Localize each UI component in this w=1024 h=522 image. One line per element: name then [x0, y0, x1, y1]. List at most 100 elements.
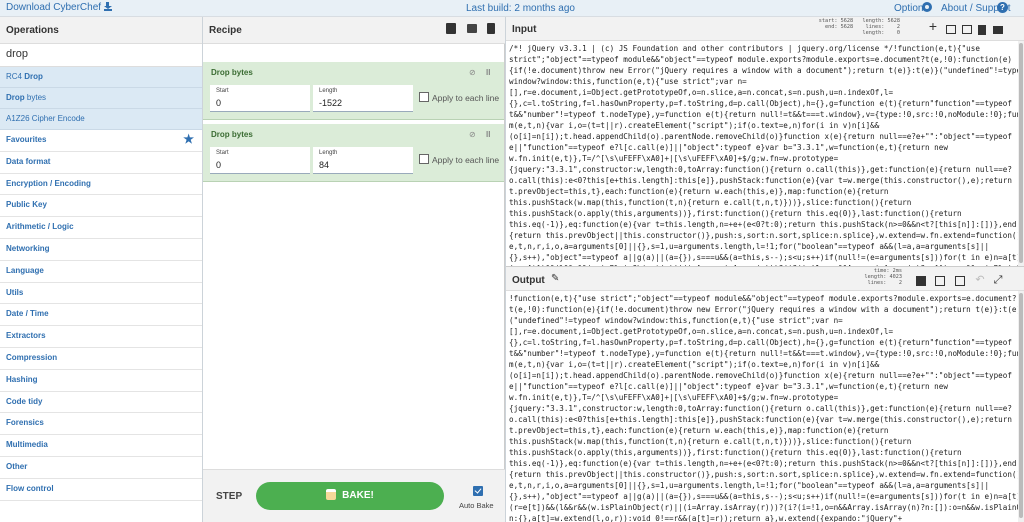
maximize-icon[interactable]: ⤢ [993, 275, 1003, 286]
input-stats: start: 5628 length: 5628 end: 5628 lines… [818, 18, 900, 36]
pause-icon[interactable]: II [486, 130, 490, 139]
folder-icon[interactable] [467, 24, 477, 33]
wand-icon[interactable]: ✎ [551, 273, 559, 284]
category-public-key[interactable]: Public Key [0, 195, 202, 218]
disable-icon[interactable]: ⊘ [469, 130, 476, 139]
search-result[interactable]: Drop bytes [0, 88, 202, 109]
category-multimedia[interactable]: Multimedia [0, 435, 202, 457]
category-label: Networking [6, 243, 50, 253]
output-textarea[interactable]: !function(e,t){"use strict";"object"==ty… [506, 291, 1018, 522]
code-line: {return this.prevObject||this.constructo… [509, 231, 1018, 240]
category-label: Encryption / Encoding [6, 178, 91, 188]
code-line: {},c=l.toString,f=l.hasOwnProperty,p=f.t… [509, 338, 1012, 347]
download-cyberchef-link[interactable]: Download CyberChef [6, 2, 113, 13]
trash-icon[interactable] [487, 23, 495, 34]
code-line: (o[i]=n[i]);t.head.appendChild(o).parent… [509, 132, 1012, 141]
code-line: m(e,t,n){var i,o=(t=t||r).createElement(… [509, 360, 880, 369]
gear-icon[interactable] [922, 2, 932, 12]
length-field[interactable]: Length -1522 [313, 85, 413, 112]
code-line: this.pushStack(o.apply(this,arguments))}… [509, 209, 962, 218]
code-line: {return this.prevObject||this.constructo… [509, 470, 1018, 479]
code-line: t&&"number"!=typeof t.nodeType},y=functi… [509, 110, 1018, 119]
code-line: strict";"object"==typeof module&&"object… [509, 55, 1012, 64]
apply-each-line-label: Apply to each line [432, 93, 500, 103]
input-scrollbar[interactable] [1018, 41, 1024, 266]
category-flow-control[interactable]: Flow control [0, 479, 202, 501]
disable-icon[interactable]: ⊘ [469, 68, 476, 77]
category-label: Utils [6, 287, 24, 297]
start-field[interactable]: Start 0 [210, 147, 310, 174]
code-line: {jquery:"3.3.1",constructor:w,length:0,t… [509, 165, 1012, 174]
length-field[interactable]: Length 84 [313, 147, 413, 174]
operations-search-input[interactable]: drop [0, 44, 202, 67]
category-networking[interactable]: Networking [0, 239, 202, 261]
input-textarea[interactable]: /*! jQuery v3.3.1 | (c) JS Foundation an… [506, 41, 1018, 266]
category-favourites[interactable]: Favourites ★ [0, 130, 202, 152]
pause-icon[interactable]: II [486, 68, 490, 77]
recipe-op-drop-bytes-2[interactable]: Drop bytes ⊘ II Start 0 Length 84 Apply … [203, 124, 504, 182]
category-forensics[interactable]: Forensics [0, 413, 202, 436]
category-label: Language [6, 265, 44, 275]
start-field[interactable]: Start 0 [210, 85, 310, 112]
category-label: Forensics [6, 418, 44, 428]
bake-button[interactable]: BAKE! [256, 482, 444, 510]
auto-bake-label: Auto Bake [459, 501, 494, 510]
code-line: !function(e,t){"use strict";"object"==ty… [509, 294, 1017, 303]
category-data-format[interactable]: Data format [0, 152, 202, 174]
output-stats: time: 2ms length: 4023 lines: 2 [864, 268, 902, 286]
code-line: {},c=l.toString,f=l.hasOwnProperty,p=f.t… [509, 99, 1012, 108]
star-icon: ★ [183, 132, 194, 146]
search-result[interactable]: A1Z26 Cipher Encode [0, 109, 202, 130]
code-line: ("undefined"!=typeof window?window:this,… [509, 316, 843, 325]
trash-icon[interactable] [978, 25, 986, 35]
layout-icon[interactable] [993, 26, 1003, 34]
category-compression[interactable]: Compression [0, 348, 202, 370]
length-label: Length [319, 150, 338, 156]
code-line: {},s++),"object"==typeof a||g(a)||(a={})… [509, 492, 1018, 501]
code-line: o.call(this):e<0?this[e+this.length]:thi… [509, 176, 1012, 185]
save-icon[interactable] [446, 23, 456, 34]
bake-label: BAKE! [342, 490, 374, 501]
recipe-op-drop-bytes-1[interactable]: Drop bytes ⊘ II Start 0 Length -1522 App… [203, 62, 504, 120]
undo-icon[interactable]: ↶ [975, 275, 985, 286]
output-scrollbar[interactable] [1018, 291, 1024, 522]
length-label: Length [319, 88, 338, 94]
apply-each-line-checkbox[interactable] [419, 154, 429, 164]
open-file-icon[interactable] [962, 25, 972, 34]
start-value: 0 [216, 98, 222, 108]
output-scroll-thumb[interactable] [1019, 293, 1023, 518]
copy-icon[interactable] [935, 276, 945, 286]
category-label: Code tidy [6, 396, 43, 406]
input-header: Input start: 5628 length: 5628 end: 5628… [506, 17, 1024, 41]
recipe-header: Recipe [203, 17, 505, 44]
code-line: t.prevObject=this,t},each:function(e){re… [509, 187, 889, 196]
code-line: {},s++),"object"==typeof a||g(a)||(a={})… [509, 253, 1018, 262]
category-label: Other [6, 461, 28, 471]
input-scroll-thumb[interactable] [1019, 43, 1023, 263]
category-extractors[interactable]: Extractors [0, 326, 202, 348]
step-button[interactable]: STEP [216, 491, 242, 502]
op-title: Drop bytes [211, 130, 253, 139]
replace-input-icon[interactable] [955, 276, 965, 286]
code-line: t(e,!0):function(e){if(!e.document)throw… [509, 305, 1018, 314]
open-folder-icon[interactable] [946, 25, 956, 34]
search-result[interactable]: RC4 Drop [0, 67, 202, 88]
io-panel: Input start: 5628 length: 5628 end: 5628… [506, 17, 1024, 522]
code-line: [],r=e.document,i=Object.getPrototypeOf,… [509, 327, 894, 336]
auto-bake-checkbox[interactable] [473, 486, 483, 496]
apply-each-line-checkbox[interactable] [419, 92, 429, 102]
category-language[interactable]: Language [0, 261, 202, 283]
plus-icon[interactable]: + [928, 19, 938, 33]
help-icon[interactable]: ? [997, 2, 1008, 13]
category-encryption-encoding[interactable]: Encryption / Encoding [0, 174, 202, 196]
category-arithmetic-logic[interactable]: Arithmetic / Logic [0, 217, 202, 239]
result-text: bytes [24, 93, 47, 102]
category-code-tidy[interactable]: Code tidy [0, 392, 202, 414]
category-utils[interactable]: Utils [0, 283, 202, 305]
category-hashing[interactable]: Hashing [0, 370, 202, 392]
code-line: m(e,t,n){var i,o=(t=t||r).createElement(… [509, 121, 880, 130]
code-line: (r=e[t])&&(l&&r&&(w.isPlainObject(r)||(i… [509, 503, 1018, 512]
category-date-time[interactable]: Date / Time [0, 304, 202, 327]
save-icon[interactable] [916, 276, 926, 286]
category-other[interactable]: Other [0, 457, 202, 479]
